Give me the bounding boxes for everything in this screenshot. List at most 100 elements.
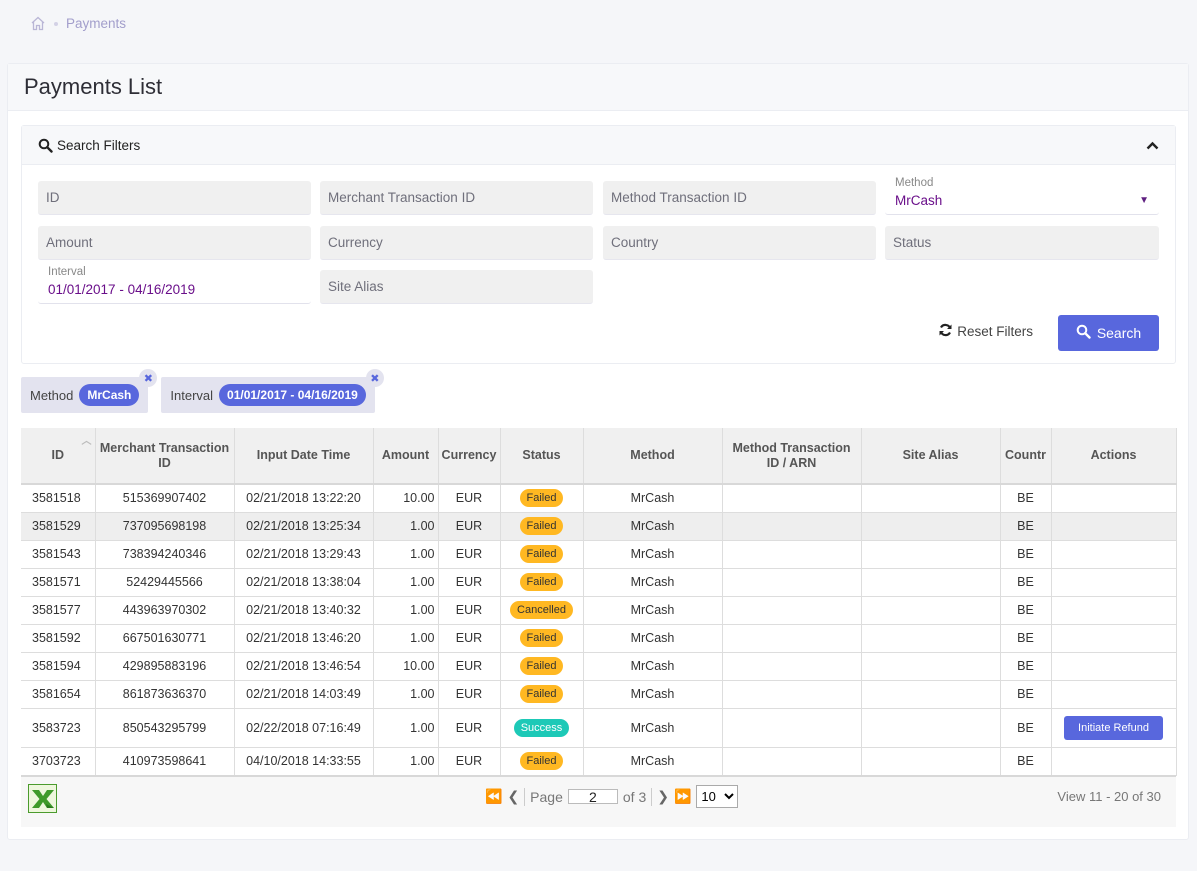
cell-method-transaction-id bbox=[722, 484, 862, 513]
column-header-status[interactable]: Status bbox=[500, 428, 584, 485]
cell-method-transaction-id bbox=[722, 680, 862, 709]
cell-method-transaction-id bbox=[722, 624, 862, 653]
search-filters-label: Search Filters bbox=[57, 137, 141, 153]
table-row[interactable]: 3581571 52429445566 02/21/2018 13:38:04 1.0… bbox=[21, 568, 1177, 597]
cell-merchant-transaction-id: 443963970302 bbox=[95, 596, 235, 625]
column-header-input-date-time[interactable]: Input Date Time bbox=[234, 428, 374, 485]
cell-status: Failed bbox=[500, 680, 584, 709]
method-select[interactable]: Method MrCash ▼ bbox=[885, 177, 1159, 215]
table-row[interactable]: 3581592 667501630771 02/21/2018 13:46:20 1.… bbox=[21, 624, 1177, 653]
status-badge: Failed bbox=[519, 752, 564, 770]
cell-country: BE bbox=[1000, 708, 1052, 748]
cell-country: BE bbox=[1000, 624, 1052, 653]
page-count: of 3 bbox=[622, 788, 647, 805]
chip-label: Method bbox=[30, 387, 74, 403]
column-header-id[interactable]: ID ︿ bbox=[21, 428, 96, 485]
id-field[interactable] bbox=[38, 181, 311, 215]
cell-method-transaction-id bbox=[722, 512, 862, 541]
merchant-transaction-id-input[interactable] bbox=[328, 190, 585, 205]
amount-input[interactable] bbox=[46, 235, 303, 250]
cell-method-transaction-id bbox=[722, 652, 862, 681]
reset-filters-button[interactable]: Reset Filters bbox=[938, 323, 1033, 340]
cell-currency: EUR bbox=[438, 540, 501, 569]
site-alias-field[interactable] bbox=[320, 270, 593, 304]
prev-page-icon[interactable]: ❮ bbox=[507, 788, 519, 805]
status-field[interactable] bbox=[885, 226, 1159, 260]
table-row[interactable]: 3581543 738394240346 02/21/2018 13:29:43 1.… bbox=[21, 540, 1177, 569]
column-header-site-alias[interactable]: Site Alias bbox=[861, 428, 1001, 485]
search-icon bbox=[1076, 324, 1091, 342]
search-filters-header[interactable]: Search Filters bbox=[22, 126, 1175, 165]
table-header-row: ID ︿ Merchant Transaction ID Input Date T… bbox=[21, 428, 1177, 485]
search-filters-panel: Search Filters Method MrCash ▼ bbox=[21, 125, 1176, 364]
column-header-country[interactable]: Countr bbox=[1000, 428, 1052, 485]
interval-field[interactable]: Interval 01/01/2017 - 04/16/2019 bbox=[38, 266, 311, 304]
currency-input[interactable] bbox=[328, 235, 585, 250]
chevron-up-icon[interactable] bbox=[1146, 141, 1159, 150]
cell-actions bbox=[1051, 568, 1177, 597]
column-header-method-transaction-id[interactable]: Method Transaction ID / ARN bbox=[722, 428, 862, 485]
country-input[interactable] bbox=[611, 235, 868, 250]
status-badge: Failed bbox=[519, 489, 564, 508]
method-transaction-id-input[interactable] bbox=[611, 190, 868, 205]
cell-country: BE bbox=[1000, 747, 1052, 776]
close-icon[interactable]: ✖ bbox=[365, 369, 384, 387]
column-header-currency[interactable]: Currency bbox=[438, 428, 501, 485]
dropdown-caret-icon[interactable]: ▼ bbox=[1139, 192, 1149, 210]
initiate-refund-button[interactable]: Initiate Refund bbox=[1064, 715, 1163, 740]
cell-currency: EUR bbox=[438, 624, 501, 653]
cell-site-alias bbox=[861, 540, 1001, 569]
cell-site-alias bbox=[861, 596, 1001, 625]
table-row[interactable]: 3581654 861873636370 02/21/2018 14:03:49 1.… bbox=[21, 680, 1177, 709]
cell-country: BE bbox=[1000, 512, 1052, 541]
page-title: Payments List bbox=[24, 74, 163, 99]
cell-actions bbox=[1051, 596, 1177, 625]
table-row[interactable]: 3581518 515369907402 02/21/2018 13:22:20 10… bbox=[21, 484, 1177, 513]
page-size-select[interactable]: 10 bbox=[696, 785, 739, 808]
cell-method: MrCash bbox=[583, 540, 723, 569]
cell-merchant-transaction-id: 410973598641 bbox=[95, 747, 235, 776]
amount-field[interactable] bbox=[38, 226, 311, 260]
cell-country: BE bbox=[1000, 680, 1052, 709]
cell-currency: EUR bbox=[438, 596, 501, 625]
cell-status: Failed bbox=[500, 747, 584, 776]
sort-up-icon[interactable]: ︿ bbox=[82, 434, 92, 449]
excel-icon[interactable] bbox=[28, 784, 57, 813]
cell-amount: 1.00 bbox=[373, 624, 439, 653]
table-row[interactable]: 3581594 429895883196 02/21/2018 13:46:54 10… bbox=[21, 652, 1177, 681]
close-icon[interactable]: ✖ bbox=[139, 369, 158, 387]
column-header-method[interactable]: Method bbox=[583, 428, 723, 485]
next-page-icon[interactable]: ❯ bbox=[657, 788, 669, 805]
cell-actions bbox=[1051, 680, 1177, 709]
cell-status: Failed bbox=[500, 512, 584, 541]
table-row[interactable]: 3581529 737095698198 02/21/2018 13:25:34 1.… bbox=[21, 512, 1177, 541]
first-page-icon[interactable]: ⏪ bbox=[485, 788, 502, 805]
status-input[interactable] bbox=[893, 235, 1151, 250]
table-row[interactable]: 3581577 443963970302 02/21/2018 13:40:32 1.… bbox=[21, 596, 1177, 625]
id-input[interactable] bbox=[46, 190, 303, 205]
table-row[interactable]: 3583723 850543295799 02/22/2018 07:16:49 1.… bbox=[21, 708, 1177, 748]
breadcrumb-current[interactable]: Payments bbox=[66, 16, 126, 31]
records-info: View 11 - 20 of 30 bbox=[1057, 789, 1161, 804]
column-header-amount[interactable]: Amount bbox=[373, 428, 439, 485]
cell-input-date-time: 02/22/2018 07:16:49 bbox=[234, 708, 374, 748]
page-number-input[interactable] bbox=[567, 789, 618, 804]
status-badge: Success bbox=[513, 718, 570, 737]
site-alias-input[interactable] bbox=[328, 279, 585, 294]
page-label: Page bbox=[530, 788, 563, 805]
currency-field[interactable] bbox=[320, 226, 593, 260]
cell-status: Failed bbox=[500, 624, 584, 653]
column-header-merchant-transaction-id[interactable]: Merchant Transaction ID bbox=[95, 428, 235, 485]
table-row[interactable]: 3703723 410973598641 04/10/2018 14:33:55 1.… bbox=[21, 747, 1177, 776]
cell-merchant-transaction-id: 738394240346 bbox=[95, 540, 235, 569]
last-page-icon[interactable]: ⏩ bbox=[674, 788, 691, 805]
search-button[interactable]: Search bbox=[1058, 315, 1159, 351]
country-field[interactable] bbox=[603, 226, 876, 260]
status-badge: Failed bbox=[519, 685, 564, 703]
home-icon[interactable] bbox=[30, 16, 46, 31]
merchant-transaction-id-field[interactable] bbox=[320, 181, 593, 215]
method-transaction-id-field[interactable] bbox=[603, 181, 876, 215]
chip-value: 01/01/2017 - 04/16/2019 bbox=[219, 384, 366, 406]
cell-input-date-time: 02/21/2018 13:40:32 bbox=[234, 596, 374, 625]
payments-portlet: Payments List Search Filters Method MrCa bbox=[7, 63, 1189, 840]
